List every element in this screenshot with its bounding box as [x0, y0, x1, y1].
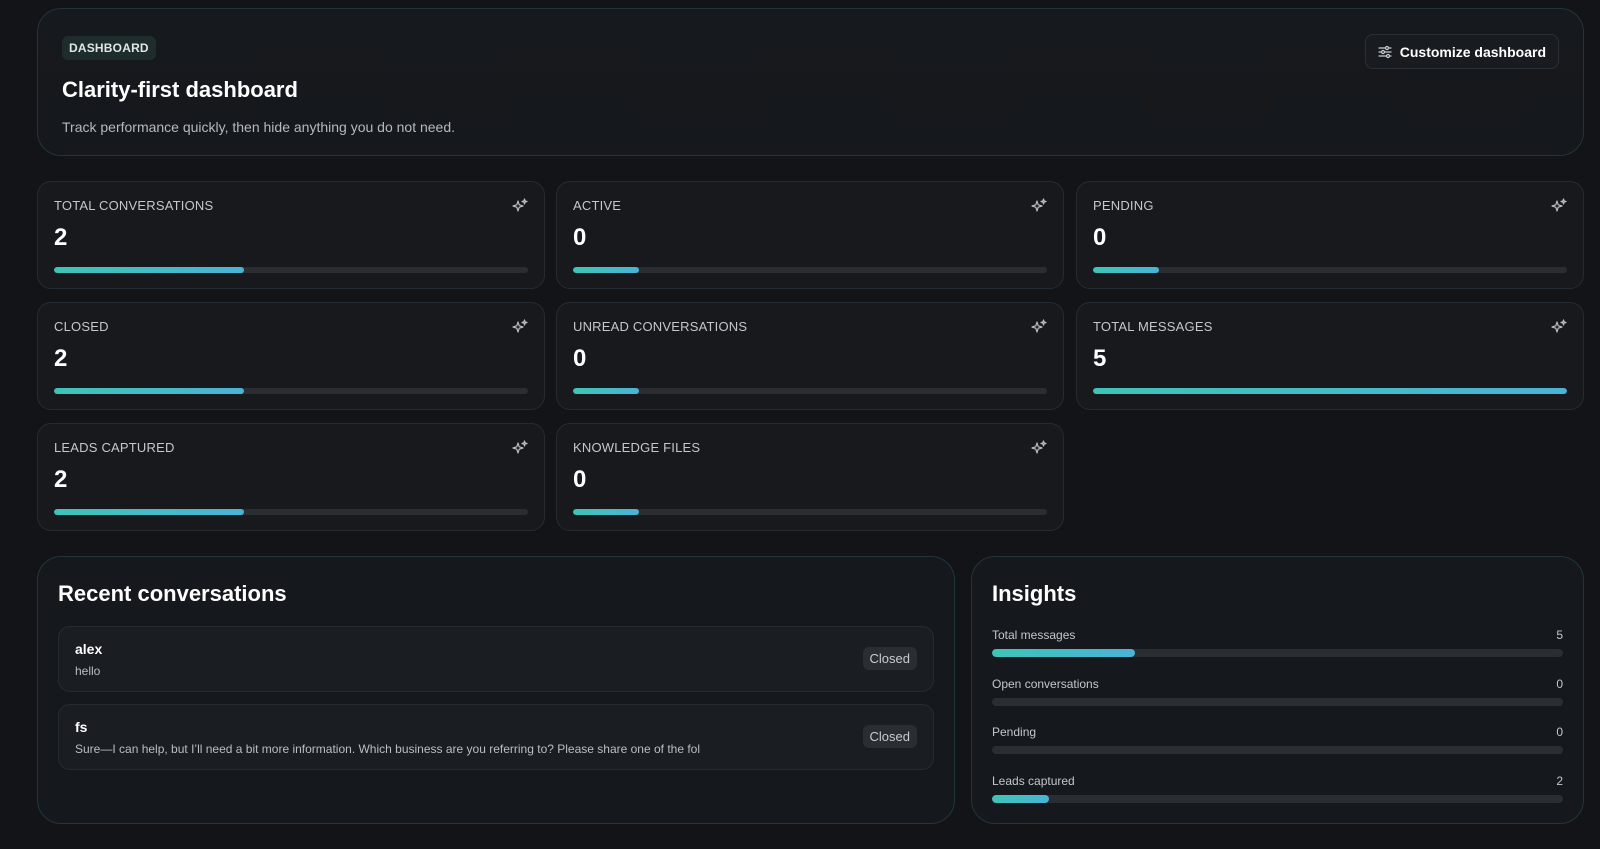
stat-progress-track	[573, 388, 1047, 394]
stat-progress-track	[1093, 267, 1567, 273]
conversation-name: fs	[75, 719, 88, 735]
conversation-item[interactable]: alex hello Closed	[58, 626, 934, 692]
dashboard-badge: DASHBOARD	[62, 36, 156, 60]
sparkle-icon[interactable]	[1551, 319, 1567, 335]
conversation-name: alex	[75, 641, 103, 657]
stat-progress-fill	[1093, 388, 1567, 394]
stat-progress-fill	[1093, 267, 1160, 273]
stat-value: 2	[54, 466, 68, 493]
insight-progress-track	[992, 795, 1563, 803]
insight-progress-track	[992, 746, 1563, 754]
sparkle-icon[interactable]	[512, 440, 528, 456]
stat-progress-fill	[573, 267, 640, 273]
conversation-preview: hello	[75, 664, 101, 678]
stat-value: 0	[1093, 224, 1107, 251]
stat-progress-track	[54, 388, 528, 394]
stat-card-total-messages: TOTAL MESSAGES 5	[1076, 302, 1584, 410]
stat-label: ACTIVE	[573, 198, 622, 213]
insight-value: 2	[1556, 774, 1563, 788]
insight-value: 0	[1556, 677, 1563, 691]
sparkle-icon[interactable]	[1551, 198, 1567, 214]
stat-card-knowledge-files: KNOWLEDGE FILES 0	[556, 423, 1064, 531]
sparkle-icon[interactable]	[1031, 440, 1047, 456]
stat-label: KNOWLEDGE FILES	[573, 440, 701, 455]
stat-card-closed: CLOSED 2	[37, 302, 545, 410]
insight-label: Open conversations	[992, 677, 1099, 691]
insight-label: Leads captured	[992, 774, 1075, 788]
stat-progress-fill	[54, 388, 244, 394]
insight-label: Total messages	[992, 628, 1076, 642]
stat-progress-track	[573, 509, 1047, 515]
stat-progress-track	[54, 267, 528, 273]
recent-conversations-title: Recent conversations	[58, 581, 287, 606]
insight-value: 0	[1556, 725, 1563, 739]
stat-progress-fill	[54, 267, 244, 273]
stat-value: 0	[573, 224, 587, 251]
sparkle-icon[interactable]	[1031, 319, 1047, 335]
insights-panel: Insights Total messages 5 Open conversat…	[971, 556, 1584, 824]
stat-card-unread-conversations: UNREAD CONVERSATIONS 0	[556, 302, 1064, 410]
stat-label: UNREAD CONVERSATIONS	[573, 319, 748, 334]
insight-row-leads-captured: Leads captured 2	[992, 774, 1563, 814]
conversation-item[interactable]: fs Sure—I can help, but I’ll need a bit …	[58, 704, 934, 770]
stat-value: 5	[1093, 345, 1107, 372]
page-subtitle: Track performance quickly, then hide any…	[62, 119, 456, 135]
stat-card-total-conversations: TOTAL CONVERSATIONS 2	[37, 181, 545, 289]
conversation-preview: Sure—I can help, but I’ll need a bit mor…	[75, 742, 701, 756]
customize-dashboard-button[interactable]: Customize dashboard	[1364, 34, 1559, 69]
stat-value: 2	[54, 224, 68, 251]
insight-value: 5	[1556, 628, 1563, 642]
stat-progress-fill	[573, 509, 640, 515]
status-badge: Closed	[862, 647, 917, 670]
stat-label: TOTAL CONVERSATIONS	[54, 198, 214, 213]
dashboard-header: DASHBOARD Clarity-first dashboard Track …	[37, 8, 1584, 156]
customize-dashboard-label: Customize dashboard	[1399, 43, 1546, 60]
insight-progress-fill	[992, 795, 1050, 803]
stat-value: 2	[54, 345, 68, 372]
stat-card-active: ACTIVE 0	[556, 181, 1064, 289]
insight-progress-track	[992, 698, 1563, 706]
stat-value: 0	[573, 466, 587, 493]
stat-progress-fill	[573, 388, 640, 394]
stat-progress-track	[573, 267, 1047, 273]
sparkle-icon[interactable]	[1031, 198, 1047, 214]
recent-conversations-panel: Recent conversations alex hello Closed f…	[37, 556, 955, 824]
insights-title: Insights	[992, 581, 1077, 606]
insight-row-total-messages: Total messages 5	[992, 628, 1563, 668]
stat-label: LEADS CAPTURED	[54, 440, 175, 455]
stat-progress-fill	[54, 509, 244, 515]
stat-label: CLOSED	[54, 319, 109, 334]
page-title: Clarity-first dashboard	[62, 77, 298, 102]
insight-row-pending: Pending 0	[992, 725, 1563, 765]
insight-progress-track	[992, 649, 1563, 657]
dashboard-page: DASHBOARD Clarity-first dashboard Track …	[0, 0, 1600, 849]
stat-progress-track	[1093, 388, 1567, 394]
status-badge: Closed	[862, 725, 917, 748]
sliders-icon	[1378, 45, 1392, 59]
sparkle-icon[interactable]	[512, 198, 528, 214]
stat-progress-track	[54, 509, 528, 515]
stat-label: PENDING	[1093, 198, 1154, 213]
stat-label: TOTAL MESSAGES	[1093, 319, 1213, 334]
stat-card-pending: PENDING 0	[1076, 181, 1584, 289]
insight-row-open-conversations: Open conversations 0	[992, 677, 1563, 717]
stat-card-leads-captured: LEADS CAPTURED 2	[37, 423, 545, 531]
sparkle-icon[interactable]	[512, 319, 528, 335]
stat-value: 0	[573, 345, 587, 372]
insight-label: Pending	[992, 725, 1037, 739]
insight-progress-fill	[992, 649, 1135, 657]
